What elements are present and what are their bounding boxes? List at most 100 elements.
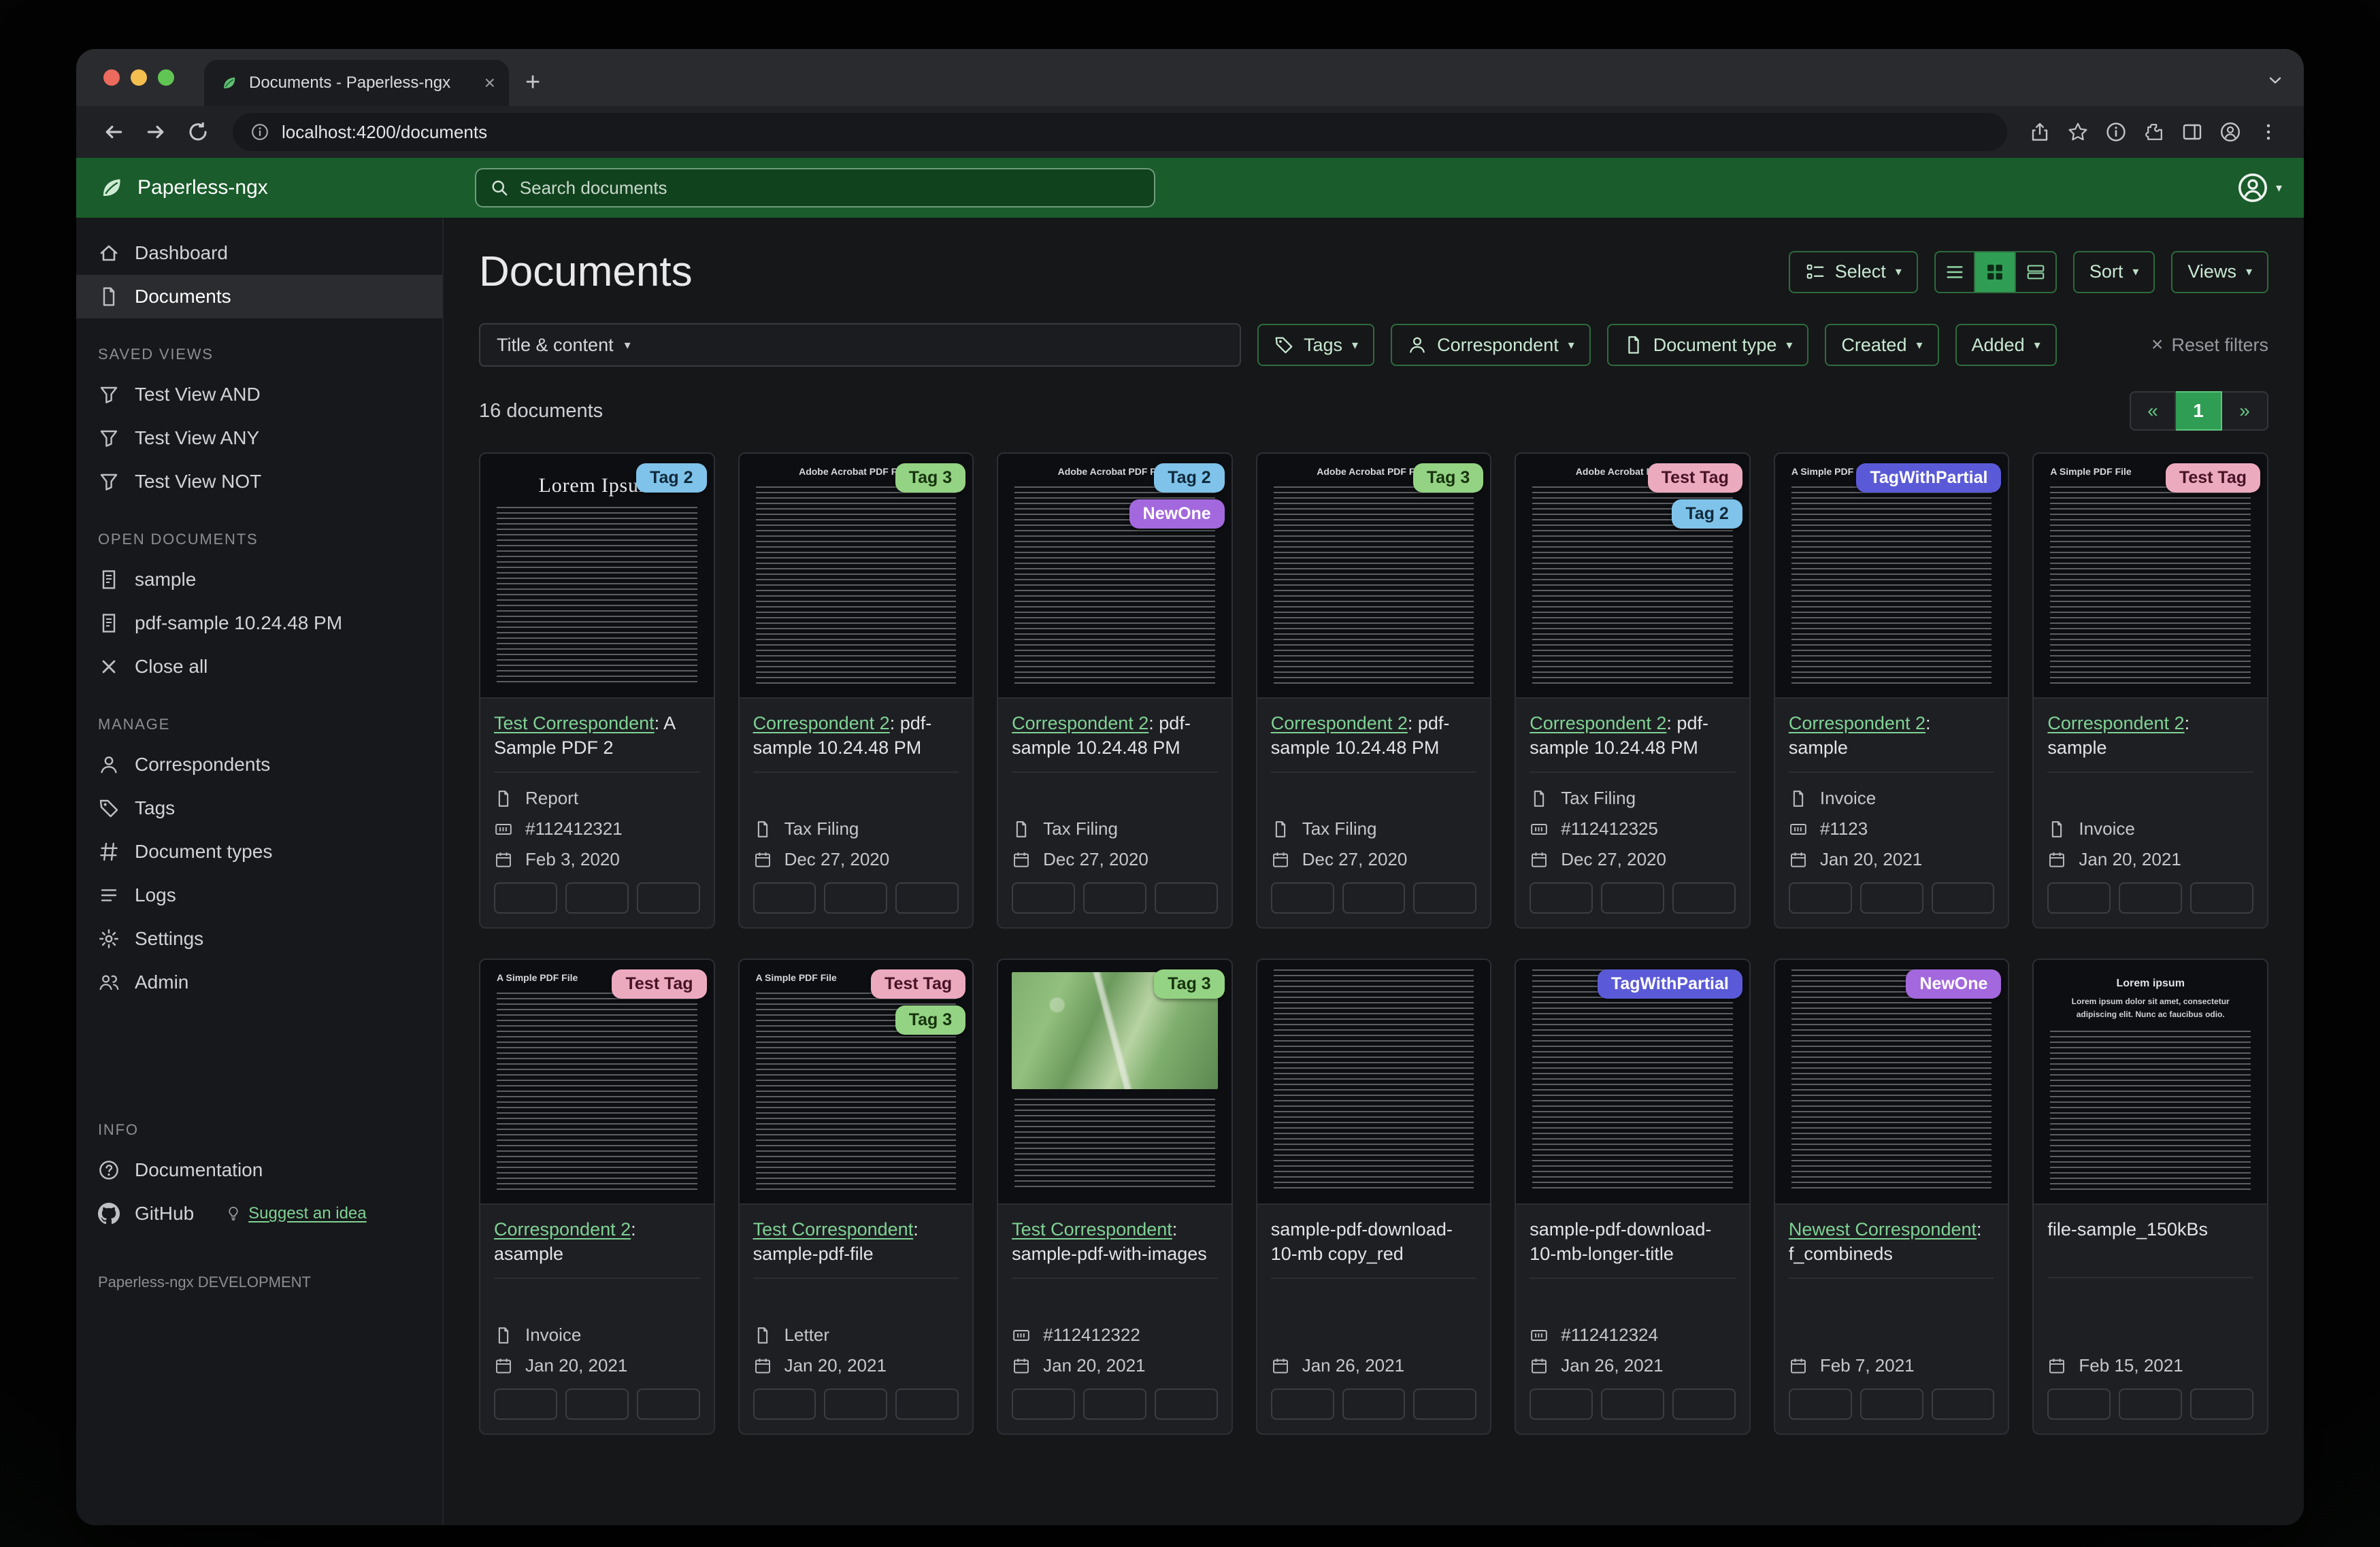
view-button[interactable] bbox=[824, 882, 888, 914]
edit-button[interactable] bbox=[2047, 882, 2111, 914]
download-button[interactable] bbox=[1413, 882, 1477, 914]
tag-newone[interactable]: NewOne bbox=[1906, 969, 2002, 999]
sidebar-item-documents[interactable]: Documents bbox=[76, 275, 442, 318]
document-thumbnail[interactable]: Adobe Acrobat PDF Files Tag 3 bbox=[739, 454, 973, 699]
sidebar-item-test-view-any[interactable]: Test View ANY bbox=[76, 416, 442, 460]
sidebar-item-correspondents[interactable]: Correspondents bbox=[76, 743, 442, 786]
tag-newone[interactable]: NewOne bbox=[1129, 499, 1225, 529]
document-thumbnail[interactable]: Adobe Acrobat PDF Files Tag 3 bbox=[1257, 454, 1491, 699]
document-thumbnail[interactable]: Adobe Acrobat PDF Files Test Tag Tag 2 bbox=[1516, 454, 1749, 699]
forward-icon[interactable] bbox=[144, 120, 167, 144]
sidebar-item-logs[interactable]: Logs bbox=[76, 874, 442, 917]
document-thumbnail[interactable]: A Simple PDF File Test Tag Tag 3 bbox=[739, 960, 973, 1205]
document-thumbnail[interactable]: Tag 3 bbox=[998, 960, 1232, 1205]
filter-document-type-button[interactable]: Document type ▾ bbox=[1606, 324, 1809, 366]
correspondent-link[interactable]: Correspondent 2 bbox=[753, 713, 890, 733]
document-thumbnail[interactable]: A Simple PDF File TagWithPartial bbox=[1774, 454, 2009, 699]
filter-text-input[interactable] bbox=[646, 334, 1240, 356]
download-button[interactable] bbox=[895, 882, 959, 914]
download-button[interactable] bbox=[636, 882, 700, 914]
download-button[interactable] bbox=[2190, 882, 2253, 914]
edit-button[interactable] bbox=[1270, 1388, 1334, 1420]
view-button[interactable] bbox=[2119, 1388, 2183, 1420]
tag-tag-3[interactable]: Tag 3 bbox=[1412, 463, 1484, 493]
correspondent-link[interactable]: Correspondent 2 bbox=[1012, 713, 1148, 733]
sidebar-item-close-all[interactable]: Close all bbox=[76, 645, 442, 688]
document-thumbnail[interactable]: Lorem Ipsum Tag 2 bbox=[480, 454, 714, 699]
tag-tag-2[interactable]: Tag 2 bbox=[1154, 463, 1225, 493]
tag-tag-3[interactable]: Tag 3 bbox=[895, 463, 966, 493]
close-window-button[interactable] bbox=[103, 69, 120, 86]
correspondent-link[interactable]: Correspondent 2 bbox=[1789, 713, 1926, 733]
download-button[interactable] bbox=[2190, 1388, 2253, 1420]
download-button[interactable] bbox=[1413, 1388, 1477, 1420]
browser-tab[interactable]: Documents - Paperless-ngx × bbox=[204, 60, 509, 106]
tag-tag-3[interactable]: Tag 3 bbox=[1154, 969, 1225, 999]
extensions-puzzle-icon[interactable] bbox=[2143, 121, 2165, 143]
view-button[interactable] bbox=[565, 882, 629, 914]
view-grid-button[interactable] bbox=[1974, 250, 2016, 293]
view-button[interactable] bbox=[1083, 1388, 1146, 1420]
download-button[interactable] bbox=[1931, 1388, 1995, 1420]
filter-tags-button[interactable]: Tags ▾ bbox=[1257, 324, 1375, 366]
back-icon[interactable] bbox=[102, 120, 125, 144]
sidebar-item-test-view-and[interactable]: Test View AND bbox=[76, 373, 442, 416]
view-detail-button[interactable] bbox=[2015, 250, 2057, 293]
edit-button[interactable] bbox=[1788, 1388, 1852, 1420]
tag-tag-3[interactable]: Tag 3 bbox=[895, 1005, 966, 1035]
address-bar[interactable]: localhost:4200/documents bbox=[233, 113, 2007, 151]
correspondent-link[interactable]: Newest Correspondent bbox=[1789, 1219, 1977, 1240]
edit-button[interactable] bbox=[2047, 1388, 2111, 1420]
download-button[interactable] bbox=[1154, 1388, 1218, 1420]
edit-button[interactable] bbox=[1012, 882, 1075, 914]
sidebar-item-admin[interactable]: Admin bbox=[76, 961, 442, 1004]
minimize-window-button[interactable] bbox=[131, 69, 147, 86]
side-panel-icon[interactable] bbox=[2181, 121, 2203, 143]
edit-button[interactable] bbox=[1270, 882, 1334, 914]
edit-button[interactable] bbox=[1012, 1388, 1075, 1420]
global-search[interactable] bbox=[474, 168, 1155, 207]
user-menu[interactable]: ▾ bbox=[2236, 171, 2282, 204]
tag-tag-2[interactable]: Tag 2 bbox=[636, 463, 707, 493]
sidebar-item-test-view-not[interactable]: Test View NOT bbox=[76, 460, 442, 503]
tag-test-tag[interactable]: Test Tag bbox=[612, 969, 707, 999]
tag-tag-2[interactable]: Tag 2 bbox=[1672, 499, 1742, 529]
tag-test-tag[interactable]: Test Tag bbox=[1647, 463, 1742, 493]
download-button[interactable] bbox=[636, 1388, 700, 1420]
filter-correspondent-button[interactable]: Correspondent ▾ bbox=[1391, 324, 1591, 366]
reset-filters-button[interactable]: × Reset filters bbox=[2151, 335, 2268, 356]
edit-button[interactable] bbox=[1788, 882, 1852, 914]
edit-button[interactable] bbox=[494, 1388, 557, 1420]
new-tab-button[interactable]: + bbox=[525, 69, 540, 95]
correspondent-link[interactable]: Correspondent 2 bbox=[2047, 713, 2184, 733]
brand-logo[interactable]: Paperless-ngx bbox=[98, 174, 268, 201]
sidebar-item-sample[interactable]: sample bbox=[76, 558, 442, 601]
reload-icon[interactable] bbox=[186, 120, 210, 144]
site-info-icon[interactable] bbox=[250, 122, 269, 142]
filter-created-button[interactable]: Created ▾ bbox=[1825, 324, 1939, 366]
views-button[interactable]: Views ▾ bbox=[2171, 250, 2268, 293]
tag-test-tag[interactable]: Test Tag bbox=[2165, 463, 2260, 493]
correspondent-link[interactable]: Correspondent 2 bbox=[494, 1219, 631, 1240]
tag-tagwithpartial[interactable]: TagWithPartial bbox=[1597, 969, 1742, 999]
suggest-idea-link[interactable]: Suggest an idea bbox=[225, 1204, 367, 1223]
view-button[interactable] bbox=[1342, 882, 1406, 914]
select-button[interactable]: Select ▾ bbox=[1788, 250, 1918, 293]
edit-button[interactable] bbox=[753, 882, 816, 914]
edit-button[interactable] bbox=[1530, 1388, 1593, 1420]
filter-added-button[interactable]: Added ▾ bbox=[1955, 324, 2057, 366]
sidebar-item-github[interactable]: GitHub Suggest an idea bbox=[76, 1192, 442, 1235]
view-button[interactable] bbox=[1083, 882, 1146, 914]
view-button[interactable] bbox=[1601, 882, 1664, 914]
sidebar-item-document-types[interactable]: Document types bbox=[76, 830, 442, 874]
document-thumbnail[interactable]: Adobe Acrobat PDF Files Tag 2 NewOne bbox=[998, 454, 1232, 699]
maximize-window-button[interactable] bbox=[158, 69, 174, 86]
document-thumbnail[interactable] bbox=[1257, 960, 1491, 1205]
correspondent-link[interactable]: Correspondent 2 bbox=[1271, 713, 1408, 733]
correspondent-link[interactable]: Test Correspondent bbox=[1012, 1219, 1172, 1240]
document-thumbnail[interactable]: A Simple PDF File Test Tag bbox=[480, 960, 714, 1205]
download-button[interactable] bbox=[1931, 882, 1995, 914]
pagination-next-button[interactable]: » bbox=[2222, 391, 2268, 431]
sort-button[interactable]: Sort ▾ bbox=[2072, 250, 2155, 293]
view-button[interactable] bbox=[1860, 882, 1923, 914]
